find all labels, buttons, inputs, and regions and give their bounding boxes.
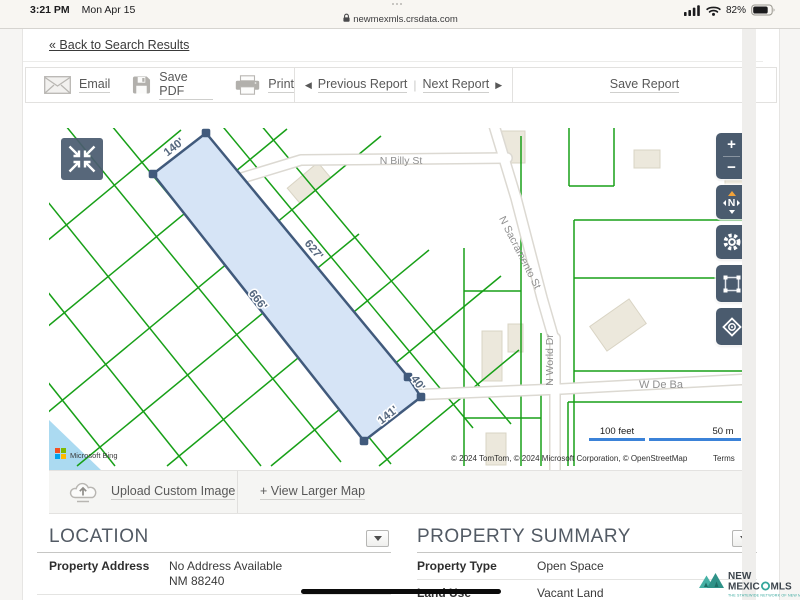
mls-logo-graphic: NEW MEXIC MLS THE STATEWIDE NETWORK OF N… [699,566,800,600]
chevron-down-icon [374,536,382,541]
horizontal-scrollbar[interactable] [301,589,501,594]
print-button[interactable]: Print [235,75,294,95]
scale-meters-label: 50 m [712,426,733,437]
locate-target-icon [721,316,743,338]
email-button[interactable]: Email [44,76,110,94]
floppy-disk-icon [132,75,151,95]
scale-feet-label: 100 feet [600,426,635,437]
browser-page: « Back to Search Results Email [0,28,800,600]
screen: 3:21 PM Mon Apr 15 newmexmls.crsdata.com [0,0,800,600]
property-address-value: No Address Available NM 88240 [169,559,282,589]
status-bar: 3:21 PM Mon Apr 15 newmexmls.crsdata.com [0,0,800,29]
divider [23,61,763,62]
tilt-down-icon[interactable] [729,210,735,214]
bing-logo-text: Microsoft Bing [70,451,118,460]
street-label-n-world-dr: N World Dr [544,334,556,386]
report-card: « Back to Search Results Email [22,28,780,600]
cellular-signal-icon [684,5,701,16]
property-type-value: Open Space [537,559,604,574]
property-summary-title: PROPERTY SUMMARY [417,526,631,548]
save-report-cell: Save Report [513,68,776,102]
location-collapse-button[interactable] [366,530,389,547]
parcel-map[interactable]: N Billy St N Sacramento St N World Dr W … [49,128,751,470]
brand-word-new: NEW [728,571,752,582]
map-overview-button[interactable] [61,138,103,180]
subject-parcel-highlight[interactable] [153,133,421,441]
bing-logo[interactable]: Microsoft Bing [55,448,118,460]
brand-tagline: THE STATEWIDE NETWORK OF NEW MEXICO REAL… [728,594,800,598]
address-bar[interactable]: newmexmls.crsdata.com [0,13,800,25]
gear-icon [721,231,743,253]
battery-icon [751,4,776,16]
compass-letter: N [728,197,736,209]
brand-o-icon [762,582,769,589]
back-to-search-results-link[interactable]: « Back to Search Results [49,38,189,52]
export-actions: Email Save PDF [26,68,295,102]
brand-word-mexico: MEXIC [728,582,760,593]
water-area [49,420,101,470]
cloud-upload-icon [67,481,99,503]
printer-icon [235,75,260,95]
vertical-scrollbar-track[interactable] [742,28,756,600]
next-arrow-icon: ▶ [495,80,502,91]
upload-custom-image-button[interactable]: Upload Custom Image [49,471,238,513]
rotate-right-icon[interactable] [737,200,740,206]
property-summary-header: PROPERTY SUMMARY [417,524,757,553]
location-title: LOCATION [49,526,149,548]
wifi-icon [706,5,721,16]
previous-arrow-icon: ◀ [305,80,312,91]
email-label: Email [79,77,110,93]
scale-meters-bar [649,438,741,441]
street-label-w-de-baca: W De Ba [639,379,684,391]
property-address-label: Property Address [49,559,169,589]
rotate-left-icon[interactable] [723,200,726,206]
map-footer-bar: Upload Custom Image + View Larger Map [49,470,751,514]
upload-custom-image-label: Upload Custom Image [111,484,235,500]
previous-report-link[interactable]: Previous Report [318,77,408,93]
report-toolbar: Email Save PDF [25,67,777,103]
scale-feet-bar [589,438,645,441]
brand-word-mls: MLS [771,582,792,593]
print-label: Print [268,77,294,93]
battery-percent: 82% [726,5,746,16]
terms-link[interactable]: Terms [713,454,735,463]
property-address-row: Property Address No Address Available NM… [37,553,391,594]
envelope-icon [44,76,71,94]
collapse-arrows-icon [61,138,103,180]
save-pdf-button[interactable]: Save PDF [132,70,213,100]
save-pdf-label: Save PDF [159,70,213,100]
report-pager: ◀ Previous Report | Next Report ▶ [295,68,513,102]
property-type-label: Property Type [417,559,537,574]
subdivision-row: Subdivision N Rosw City Sub Di [37,594,391,600]
map-attribution: © 2024 TomTom, © 2024 Microsoft Corporat… [451,454,688,463]
map-canvas: N Billy St N Sacramento St N World Dr W … [49,128,751,470]
save-report-button[interactable]: Save Report [610,77,679,93]
url-text: newmexmls.crsdata.com [353,14,458,25]
parcel-boundary-lines [49,128,751,466]
view-larger-map-button[interactable]: + View Larger Map [238,471,751,513]
ms-logo-icon [55,448,60,453]
lock-icon [342,13,350,23]
location-header: LOCATION [37,524,391,553]
view-larger-map-label: + View Larger Map [260,484,365,500]
multitasking-indicator-icon [392,3,402,5]
new-mexico-mls-logo: NEW MEXIC MLS THE STATEWIDE NETWORK OF N… [699,566,800,600]
marquee-select-icon [721,273,743,295]
compass-north-icon [728,191,736,196]
pager-separator: | [413,78,416,92]
land-use-value: Vacant Land [537,586,604,600]
next-report-link[interactable]: Next Report [423,77,490,93]
street-label-n-billy-st: N Billy St [380,155,423,167]
